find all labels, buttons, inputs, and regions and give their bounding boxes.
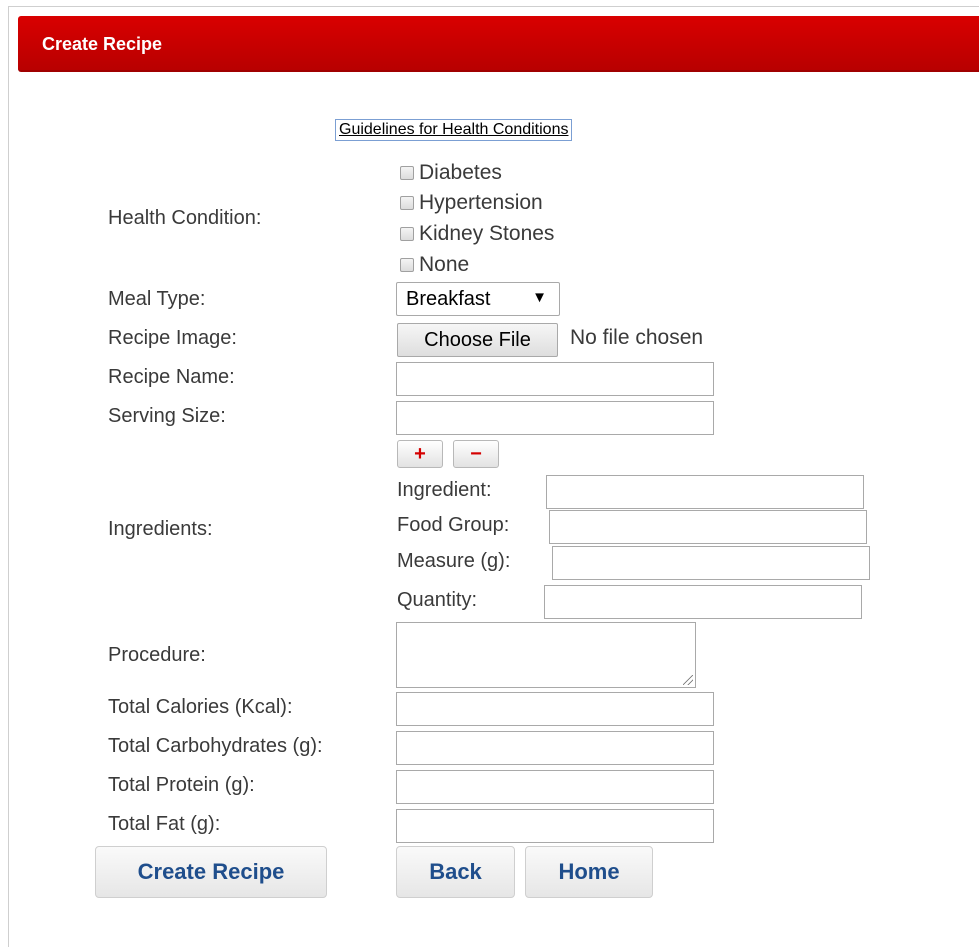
checkbox-kidney-stones[interactable]: Kidney Stones (400, 222, 554, 246)
checkbox-label: None (419, 253, 470, 276)
quantity-input[interactable] (544, 585, 862, 619)
serving-size-label: Serving Size: (108, 405, 226, 427)
checkbox-none[interactable]: None (400, 253, 469, 277)
resize-grip-icon[interactable] (683, 675, 693, 685)
checkbox-hypertension[interactable]: Hypertension (400, 191, 543, 215)
food-group-input[interactable] (549, 510, 867, 544)
home-button[interactable]: Home (525, 846, 653, 898)
panel-header: Create Recipe (18, 16, 979, 72)
create-recipe-button[interactable]: Create Recipe (95, 846, 327, 898)
total-protein-label: Total Protein (g): (108, 774, 255, 796)
checkbox-label: Diabetes (419, 161, 502, 184)
checkbox-diabetes[interactable]: Diabetes (400, 161, 502, 185)
total-protein-input[interactable] (396, 770, 714, 804)
meal-type-select[interactable]: Breakfast ▼ (396, 282, 560, 316)
file-status: No file chosen (570, 326, 704, 349)
dropdown-arrow-icon: ▼ (532, 289, 547, 306)
page-title: Create Recipe (42, 34, 163, 54)
guidelines-link[interactable]: Guidelines for Health Conditions (335, 119, 573, 141)
checkbox-icon[interactable] (400, 227, 414, 241)
meal-type-label: Meal Type: (108, 288, 206, 310)
health-condition-label: Health Condition: (108, 207, 262, 229)
checkbox-icon[interactable] (400, 258, 414, 272)
meal-type-value: Breakfast (406, 288, 491, 310)
ingredients-label: Ingredients: (108, 518, 213, 540)
food-group-label: Food Group: (397, 514, 510, 536)
procedure-label: Procedure: (108, 644, 206, 666)
recipe-name-label: Recipe Name: (108, 366, 235, 388)
checkbox-label: Kidney Stones (419, 222, 555, 245)
choose-file-button[interactable]: Choose File (397, 323, 558, 357)
procedure-textarea[interactable] (396, 622, 696, 688)
serving-size-input[interactable] (396, 401, 714, 435)
total-carbohydrates-input[interactable] (396, 731, 714, 765)
remove-ingredient-button[interactable]: − (453, 440, 499, 468)
ingredient-label: Ingredient: (397, 479, 492, 501)
add-ingredient-button[interactable]: + (397, 440, 443, 468)
measure-label: Measure (g): (397, 550, 511, 572)
measure-input[interactable] (552, 546, 870, 580)
quantity-label: Quantity: (397, 589, 478, 611)
total-calories-label: Total Calories (Kcal): (108, 696, 293, 718)
recipe-image-label: Recipe Image: (108, 327, 237, 349)
total-carbohydrates-label: Total Carbohydrates (g): (108, 735, 323, 757)
recipe-name-input[interactable] (396, 362, 714, 396)
checkbox-label: Hypertension (419, 191, 543, 214)
checkbox-icon[interactable] (400, 166, 414, 180)
back-button[interactable]: Back (396, 846, 515, 898)
checkbox-icon[interactable] (400, 196, 414, 210)
total-calories-input[interactable] (396, 692, 714, 726)
ingredient-input[interactable] (546, 475, 864, 509)
total-fat-label: Total Fat (g): (108, 813, 221, 835)
total-fat-input[interactable] (396, 809, 714, 843)
